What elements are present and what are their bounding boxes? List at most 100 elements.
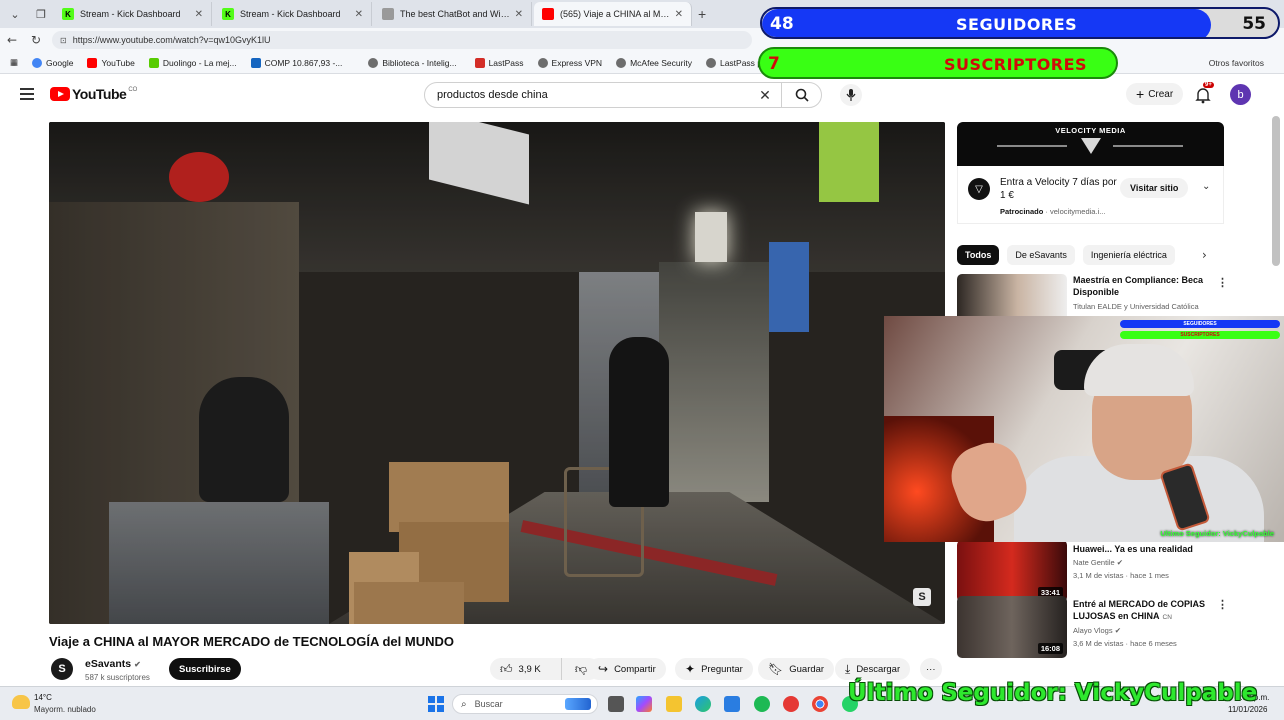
url-text: https://www.youtube.com/watch?v=qw10GvyK…: [72, 35, 271, 45]
kick-favicon-icon: K: [62, 8, 74, 20]
bookmark-lastpass[interactable]: LastPass: [474, 57, 524, 68]
edge-browser-icon[interactable]: [695, 696, 711, 712]
google-icon: [32, 57, 43, 68]
microsoft-store-icon[interactable]: [724, 696, 740, 712]
globe-icon: [705, 57, 716, 68]
clock-date[interactable]: 11/01/2026: [1228, 705, 1267, 714]
voice-search-button[interactable]: [840, 84, 862, 106]
weather-cloud-icon[interactable]: [12, 695, 30, 709]
chip-electrical-engineering[interactable]: Ingeniería eléctrica: [1082, 245, 1175, 265]
site-info-icon[interactable]: ⊡: [60, 36, 67, 45]
workspaces-icon[interactable]: ❐: [30, 3, 52, 25]
browser-tab-active[interactable]: (565) Viaje a CHINA al MAYOR ME ✕: [534, 2, 692, 26]
like-dislike-group: 👍︎ 3,9 K 👎︎: [490, 658, 600, 680]
save-button[interactable]: 🔖︎ Guardar: [758, 658, 835, 680]
visit-site-button[interactable]: Visitar sitio: [1120, 178, 1189, 198]
download-button[interactable]: ⤓ Descargar: [835, 658, 911, 680]
subscribe-button[interactable]: Suscribirse: [169, 658, 241, 680]
reload-icon[interactable]: ↻: [24, 33, 48, 47]
recommendation-title: Entré al MERCADO de COPIAS LUJOSAS en CH…: [1073, 599, 1206, 621]
like-button[interactable]: 👍︎ 3,9 K: [490, 658, 562, 680]
thumbs-up-icon: 👍︎: [500, 661, 513, 676]
recommendation-channel: Alayo Vlogs: [1073, 626, 1113, 635]
channel-avatar[interactable]: S: [51, 658, 73, 680]
menu-icon[interactable]: [20, 88, 34, 100]
bookmark-label: Duolingo - La mej...: [162, 57, 237, 68]
taskbar-search[interactable]: ⌕ Buscar: [452, 694, 598, 714]
channel-watermark-icon[interactable]: S: [913, 588, 931, 606]
last-follower-overlay: Último Seguidor: VickyCulpable: [848, 680, 1258, 706]
verified-check-icon: ✔: [1116, 558, 1124, 567]
create-button[interactable]: + Crear: [1126, 83, 1184, 105]
subscribers-label: SUSCRIPTORES: [944, 55, 1088, 74]
filter-chips: Todos De eSavants Ingeniería eléctrica: [957, 245, 1183, 267]
copilot-icon[interactable]: [636, 696, 652, 712]
windows-start-icon[interactable]: [428, 696, 444, 712]
tab-list-chevron-icon[interactable]: ⌄: [4, 3, 26, 25]
youtube-logo[interactable]: YouTube CO: [50, 86, 137, 102]
ad-card[interactable]: ▽ Entra a Velocity 7 días por 1 € Patroc…: [957, 166, 1224, 224]
other-favorites[interactable]: Otros favoritos: [1209, 58, 1264, 68]
chip-from-channel[interactable]: De eSavants: [1007, 245, 1075, 265]
bookmark-expressvpn[interactable]: Express VPN: [537, 57, 602, 68]
obs-like-app-icon[interactable]: [783, 696, 799, 712]
bookmark-youtube[interactable]: YouTube: [87, 57, 135, 68]
globe-icon: [616, 57, 627, 68]
close-tab-icon[interactable]: ✕: [195, 9, 203, 20]
ad-banner[interactable]: VELOCITY MEDIA: [957, 122, 1224, 166]
verified-check-icon: ✔: [134, 660, 141, 669]
recommendation-item[interactable]: 33:41 Huawei... Ya es una realidad Nate …: [957, 540, 1267, 602]
apps-grid-icon[interactable]: ▦: [10, 57, 18, 68]
region-code: CO: [128, 87, 138, 93]
save-label: Guardar: [789, 663, 825, 675]
subscribers-current: 7: [768, 54, 780, 74]
close-tab-icon[interactable]: ✕: [355, 9, 363, 20]
chevron-right-icon[interactable]: ›: [1202, 248, 1207, 262]
chrome-icon[interactable]: [812, 696, 828, 712]
velocity-avatar-icon: ▽: [968, 178, 990, 200]
clear-search-icon[interactable]: ✕: [755, 87, 775, 104]
back-arrow-icon[interactable]: ←: [0, 33, 24, 47]
bookmark-comp[interactable]: COMP 10.867,93 -...: [250, 57, 343, 68]
notifications-bell-icon[interactable]: [1194, 86, 1212, 104]
search-icon: [795, 88, 809, 102]
kick-favicon-icon: K: [222, 8, 234, 20]
browser-tab[interactable]: K Stream - Kick Dashboard ✕: [54, 2, 212, 26]
close-tab-icon[interactable]: ✕: [515, 9, 523, 20]
share-label: Compartir: [614, 663, 656, 675]
bookmark-duolingo[interactable]: Duolingo - La mej...: [148, 57, 237, 68]
recommendation-item[interactable]: 16:08 Entré al MERCADO de COPIAS LUJOSAS…: [957, 596, 1267, 658]
more-vert-icon[interactable]: ⋮: [1217, 598, 1228, 611]
chevron-down-icon[interactable]: ⌄: [1202, 181, 1210, 192]
channel-name-row[interactable]: eSavants ✔: [85, 658, 141, 670]
mini-followers-bar: SEGUIDORES: [1120, 320, 1280, 328]
bookmark-mcafee[interactable]: McAfee Security: [616, 57, 692, 68]
globe-icon: [368, 57, 379, 68]
browser-tab[interactable]: K Stream - Kick Dashboard ✕: [214, 2, 372, 26]
ad-banner-line: [1113, 145, 1183, 147]
browser-tab[interactable]: The best ChatBot and Widgets for ✕: [374, 2, 532, 26]
page-scrollbar[interactable]: [1272, 116, 1280, 266]
video-player[interactable]: S: [49, 122, 945, 624]
share-button[interactable]: ↪ Compartir: [588, 658, 666, 680]
bookmark-biblioteca[interactable]: Biblioteca - Intelig...: [368, 57, 457, 68]
more-actions-button[interactable]: ···: [920, 658, 942, 680]
file-explorer-icon[interactable]: [666, 696, 682, 712]
ask-button[interactable]: ✦ Preguntar: [675, 658, 753, 680]
video-thumbnail: 33:41: [957, 540, 1067, 602]
bookmark-label: COMP 10.867,93 -...: [264, 57, 343, 68]
comp-icon: [250, 57, 261, 68]
search-button[interactable]: [781, 83, 821, 107]
more-vert-icon[interactable]: ⋮: [1217, 276, 1228, 289]
tab-title: Stream - Kick Dashboard: [240, 9, 341, 19]
account-avatar[interactable]: b: [1230, 84, 1251, 105]
chip-all[interactable]: Todos: [957, 245, 1000, 265]
search-input[interactable]: [425, 89, 755, 101]
screen: ⌄ ❐ K Stream - Kick Dashboard ✕ K Stream…: [0, 0, 1284, 720]
url-field[interactable]: ⊡ https://www.youtube.com/watch?v=qw10Gv…: [52, 31, 752, 49]
task-view-icon[interactable]: [608, 696, 624, 712]
new-tab-icon[interactable]: +: [698, 6, 706, 22]
bookmark-google[interactable]: Google: [32, 57, 73, 68]
close-tab-icon[interactable]: ✕: [675, 9, 683, 20]
spotify-icon[interactable]: [754, 696, 770, 712]
